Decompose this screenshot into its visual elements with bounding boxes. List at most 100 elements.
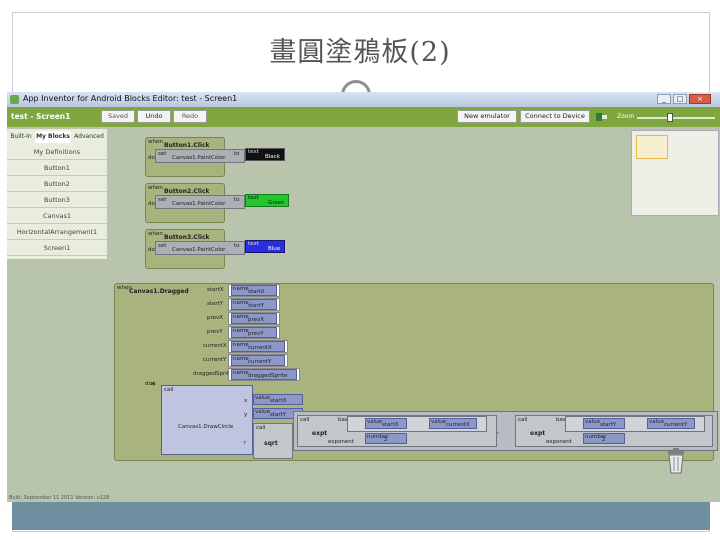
name-label: name [233,328,249,334]
sidebar-item-my-definitions[interactable]: My Definitions [7,145,107,160]
param-block-currenty[interactable]: name currentY [231,355,285,366]
value-name: currentY [664,422,688,428]
workspace-minimap[interactable] [631,130,719,216]
value-startx-block[interactable]: value startX [253,394,303,405]
sidebar-item-horizontal-arrangement1[interactable]: HorizontalArrangement1 [7,225,107,240]
param-block-draggedsprite[interactable]: name draggedSprite [231,369,297,380]
when-label: when [148,185,163,191]
tab-my-blocks[interactable]: My Blocks [35,131,71,143]
name-label: name [233,356,249,362]
expt-label: expt [312,430,328,437]
param-value: startY [248,303,265,309]
saved-button[interactable]: Saved [101,110,135,123]
set-label: set [158,243,167,249]
property-name: Canvas1.PaintColor [172,155,226,161]
minimize-button[interactable]: _ [657,94,671,104]
minimap-viewport[interactable] [636,135,668,159]
param-arg: prevY [207,329,223,335]
number-2-block[interactable]: number 2 [583,433,625,444]
set-paintcolor-block[interactable]: set Canvas1.PaintColor to [155,195,245,209]
y-label: y [244,412,248,418]
color-green-block[interactable]: text Green [245,194,289,207]
palette-sidebar: Built-In My Blocks Advanced My Definitio… [7,129,107,259]
connect-device-dropdown[interactable]: Connect to Device [520,110,590,123]
redo-button[interactable]: Redo [173,110,207,123]
sqrt-block[interactable]: call sqrt [253,423,293,459]
value-currenty-block[interactable]: value currentY [647,418,695,429]
sidebar-item-button3[interactable]: Button3 [7,193,107,208]
param-block-startx[interactable]: name startX [231,285,277,296]
tab-advanced[interactable]: Advanced [72,131,106,143]
to-label: to [234,151,240,157]
param-block-prevx[interactable]: name prevX [231,313,277,324]
new-emulator-button[interactable]: New emulator [457,110,517,123]
when-label: when [148,231,163,237]
name-label: name [233,300,249,306]
call-label: call [256,425,266,431]
do-label: do [148,247,155,253]
number-value: 2 [384,437,388,443]
value-label: value [585,419,601,425]
exponent-label: exponent [328,439,354,445]
sidebar-item-button2[interactable]: Button2 [7,177,107,192]
x-label: x [244,398,248,404]
slide-title: 畫圓塗鴉板(2) [269,37,451,68]
zoom-slider-track[interactable] [637,117,715,119]
param-arg: startX [207,287,224,293]
zoom-slider-thumb[interactable] [667,113,673,122]
value-label: value [367,419,383,425]
event-name: Button3.Click [164,234,210,241]
tab-built-in[interactable]: Built-In [8,131,34,143]
value-label: value [649,419,665,425]
value-name: startY [270,412,287,418]
value-startx-block[interactable]: value startX [365,418,407,429]
param-value: currentX [248,345,272,351]
sidebar-item-screen1[interactable]: Screen1 [7,241,107,256]
text-label: text [248,195,259,201]
param-arg: startY [207,301,224,307]
value-label: value [255,395,271,401]
param-arg: draggedSprite [193,371,233,377]
value-name: startX [270,398,287,404]
param-block-prevy[interactable]: name prevY [231,327,277,338]
sidebar-item-canvas1[interactable]: Canvas1 [7,209,107,224]
value-currentx-block[interactable]: value currentX [429,418,477,429]
param-arg: currentX [203,343,227,349]
do-label: do [148,155,155,161]
color-blue-block[interactable]: text Blue [245,240,285,253]
trash-icon[interactable] [666,448,686,474]
value-name: startY [600,422,617,428]
color-name: Green [268,200,285,206]
param-block-currentx[interactable]: name currentX [231,341,285,352]
name-label: name [233,314,249,320]
blocks-workspace[interactable]: when Button1.Click do set Canvas1.PaintC… [107,129,720,495]
close-button[interactable]: × [689,94,711,104]
status-bar: Built: September 11 2011 Version: v128 [9,495,110,501]
number-value: 2 [602,437,606,443]
sqrt-label: sqrt [264,440,278,447]
event-name: Canvas1.Dragged [129,288,189,295]
plug-icon[interactable] [595,110,609,124]
undo-button[interactable]: Undo [137,110,171,123]
name-label: name [233,342,249,348]
number-2-block[interactable]: number 2 [365,433,407,444]
value-label: value [431,419,447,425]
r-label: r [244,440,247,446]
blocks-editor-window: App Inventor for Android Blocks Editor: … [7,92,720,502]
param-block-starty[interactable]: name startY [231,299,277,310]
call-label: call [300,417,310,423]
name-label: name [233,370,249,376]
sidebar-item-button1[interactable]: Button1 [7,161,107,176]
param-value: currentY [248,359,272,365]
set-paintcolor-block[interactable]: set Canvas1.PaintColor to [155,241,245,255]
param-value: prevY [248,331,264,337]
zoom-label: Zoom [617,113,635,120]
draw-circle-block[interactable]: call Canvas1.DrawCircle x y r [161,385,253,455]
color-black-block[interactable]: text Black [245,148,285,161]
set-paintcolor-block[interactable]: set Canvas1.PaintColor to [155,149,245,163]
do-label: do [148,201,155,207]
star-marker: * [151,381,156,391]
value-starty-block[interactable]: value startY [583,418,625,429]
maximize-button[interactable]: □ [673,94,687,104]
value-name: currentX [446,422,470,428]
